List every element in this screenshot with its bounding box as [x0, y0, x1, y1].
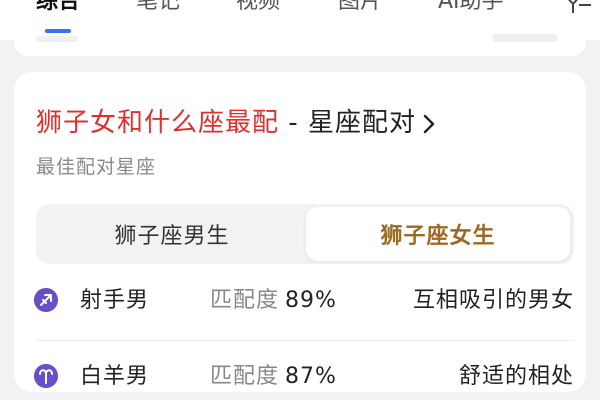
tab-video[interactable]: 视频	[236, 0, 280, 16]
match-score-label: 匹配度	[210, 364, 280, 389]
zodiac-match-card: 狮子女和什么座最配 - 星座配对 最佳配对星座 狮子座男生 狮子座女生 射手男 …	[14, 72, 586, 392]
segment-leo-male[interactable]: 狮子座男生	[40, 207, 304, 261]
tab-comprehensive[interactable]: 综合	[36, 0, 80, 16]
match-score-value: 89%	[285, 288, 337, 313]
card-title-suffix: 星座配对	[307, 108, 416, 138]
previous-result-card	[14, 34, 586, 56]
match-score-value: 87%	[285, 364, 337, 389]
match-row[interactable]: 白羊男 匹配度 87% 舒适的相处	[14, 356, 586, 400]
tab-images[interactable]: 图片	[338, 0, 382, 16]
active-tab-indicator	[45, 29, 71, 33]
match-sign-name: 射手男	[80, 288, 150, 313]
match-score: 匹配度 89%	[210, 282, 337, 314]
match-description: 互相吸引的男女	[412, 288, 574, 313]
match-description: 舒适的相处	[458, 364, 574, 389]
filter-icon[interactable]	[563, 0, 593, 15]
match-score: 匹配度 87%	[210, 358, 337, 390]
segment-leo-female[interactable]: 狮子座女生	[306, 207, 570, 261]
card-subtitle: 最佳配对星座	[36, 156, 157, 178]
card-title[interactable]: 狮子女和什么座最配 - 星座配对	[36, 106, 436, 140]
sagittarius-icon	[34, 288, 58, 312]
match-score-label: 匹配度	[210, 288, 280, 313]
card-title-query: 狮子女和什么座最配	[36, 108, 280, 138]
aries-icon	[34, 364, 58, 388]
match-sign-name: 白羊男	[80, 364, 150, 389]
tab-ai-assistant[interactable]: AI助手	[438, 0, 504, 16]
match-row[interactable]: 射手男 匹配度 89% 互相吸引的男女	[14, 280, 586, 324]
card-title-separator: -	[279, 108, 308, 138]
placeholder-bar	[492, 34, 558, 42]
tab-notes[interactable]: 笔记	[136, 0, 180, 16]
chevron-right-icon	[423, 114, 435, 133]
row-divider	[36, 340, 574, 341]
placeholder-bar	[36, 36, 78, 42]
gender-segment-control: 狮子座男生 狮子座女生	[36, 204, 574, 264]
